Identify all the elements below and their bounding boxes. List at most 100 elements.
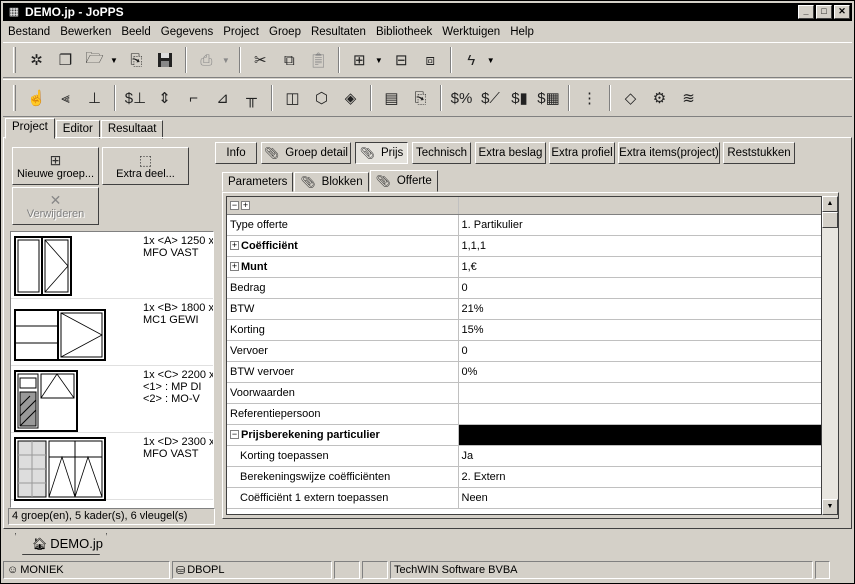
frames-icon[interactable]: ⧈ xyxy=(418,48,443,72)
table-row[interactable]: Berekeningswijze coëfficiënten 2. Extern xyxy=(227,466,821,488)
table-row[interactable]: BTW 21% xyxy=(227,298,821,320)
list-item[interactable]: 1x <D> 2300 x MFO VAST xyxy=(11,433,213,501)
save-icon[interactable] xyxy=(153,48,178,72)
table-row[interactable]: Coëfficiënt 1 extern toepassen Neen xyxy=(227,487,821,509)
app-icon[interactable]: ▦ xyxy=(7,5,21,19)
collapse-all-icon[interactable]: − xyxy=(230,200,239,210)
panel-icon[interactable]: ◈ xyxy=(338,86,363,110)
glass-icon[interactable]: ◫ xyxy=(280,86,305,110)
menu-project[interactable]: Project xyxy=(218,26,264,38)
menu-groep[interactable]: Groep xyxy=(264,26,306,38)
document-list-icon[interactable]: ▤ xyxy=(379,86,404,110)
extra-items-button[interactable]: Extra items(project) xyxy=(618,142,720,164)
sill-icon[interactable]: ⊿ xyxy=(210,86,235,110)
price-bar-chart-icon[interactable]: $▮ xyxy=(507,86,532,110)
cut-icon[interactable]: ✂ xyxy=(248,48,273,72)
extra-profile-button[interactable]: Extra profiel xyxy=(549,142,615,164)
open-dropdown-icon[interactable]: ▼ xyxy=(110,56,118,65)
property-grid[interactable]: − + Type offerte 1. Partikulier + Coëffici… xyxy=(226,196,822,515)
technical-button[interactable]: Technisch xyxy=(412,142,471,164)
menu-bewerken[interactable]: Bewerken xyxy=(55,26,116,38)
group-list[interactable]: 1x <A> 1250 x MFO VAST 1x <B> 1800 x MC1… xyxy=(10,231,214,508)
row-value[interactable] xyxy=(458,424,821,446)
scroll-thumb[interactable] xyxy=(822,212,838,228)
table-row[interactable]: Korting toepassen Ja xyxy=(227,445,821,467)
menu-bibliotheek[interactable]: Bibliotheek xyxy=(371,26,437,38)
erase-icon[interactable]: ◇ xyxy=(618,86,643,110)
select-dropdown-icon[interactable]: ▼ xyxy=(375,56,383,65)
extra-part-button[interactable]: ⬚ Extra deel... xyxy=(102,147,189,185)
table-row[interactable]: − Prijsberekening particulier xyxy=(227,424,821,446)
row-value[interactable]: Ja xyxy=(458,445,821,467)
paste-icon[interactable]: 📋︎ xyxy=(306,48,331,72)
list-item[interactable]: 1x <A> 1250 x MFO VAST xyxy=(11,232,213,299)
profile-stack-icon[interactable]: ⫷ xyxy=(53,86,78,110)
new-group-button[interactable]: ⊞ Nieuwe groep... xyxy=(12,147,99,185)
print-icon[interactable]: ⎙ xyxy=(194,48,219,72)
table-row[interactable]: + Coëfficiënt 1,1,1 xyxy=(227,235,821,257)
cube-icon[interactable]: ⬡ xyxy=(309,86,334,110)
dimension-icon[interactable]: ⇕ xyxy=(152,86,177,110)
frame-icon[interactable]: ⊟ xyxy=(389,48,414,72)
row-value[interactable]: 1,1,1 xyxy=(458,235,821,257)
info-button[interactable]: Info xyxy=(215,142,257,164)
row-value[interactable]: 0% xyxy=(458,361,821,383)
menu-resultaten[interactable]: Resultaten xyxy=(306,26,371,38)
list-item[interactable]: 1x <B> 1800 x MC1 GEWI xyxy=(11,299,213,366)
table-row[interactable]: Bedrag 0 xyxy=(227,277,821,299)
corner-icon[interactable]: ⌐ xyxy=(181,86,206,110)
grid-scrollbar[interactable]: ▲ ▼ xyxy=(822,196,838,515)
maximize-button[interactable]: □ xyxy=(816,5,832,19)
expand-icon[interactable]: + xyxy=(230,241,239,251)
menu-bestand[interactable]: Bestand xyxy=(3,26,55,38)
row-value[interactable]: 0 xyxy=(458,277,821,299)
price-line-chart-icon[interactable]: $⟋ xyxy=(478,86,503,110)
copy-icon[interactable]: ⧉ xyxy=(277,48,302,72)
tab-project[interactable]: Project xyxy=(5,118,55,139)
menu-beeld[interactable]: Beeld xyxy=(116,26,155,38)
spring-icon[interactable]: ≋ xyxy=(676,86,701,110)
toolbar-grip-2[interactable] xyxy=(13,85,16,111)
price-button[interactable]: 📎︎ Prijs xyxy=(355,142,408,164)
expand-all-icon[interactable]: + xyxy=(241,200,250,210)
new-icon[interactable]: ✲ xyxy=(24,48,49,72)
scroll-up-icon[interactable]: ▲ xyxy=(822,196,838,212)
row-value[interactable]: 21% xyxy=(458,298,821,320)
expand-icon[interactable]: + xyxy=(230,262,239,272)
price-profile-icon[interactable]: $⊥ xyxy=(123,86,148,110)
list-item[interactable]: 1x <C> 2200 x <1> : MP DI <2> : MO-V xyxy=(11,366,213,433)
table-row[interactable]: Referentiepersoon xyxy=(227,403,821,425)
print-dropdown-icon[interactable]: ▼ xyxy=(222,56,230,65)
row-value[interactable]: 2. Extern xyxy=(458,466,821,488)
group-detail-button[interactable]: 📎︎ Groep detail xyxy=(261,142,351,164)
tab-offerte[interactable]: 📎︎ Offerte xyxy=(369,170,438,192)
menu-werktuigen[interactable]: Werktuigen xyxy=(437,26,505,38)
row-value[interactable]: 1. Partikulier xyxy=(458,214,821,236)
tab-blokken[interactable]: 📎︎ Blokken xyxy=(294,172,369,192)
copy-document-icon[interactable]: ❐ xyxy=(53,48,78,72)
extra-fittings-button[interactable]: Extra beslag xyxy=(475,142,546,164)
menu-gegevens[interactable]: Gegevens xyxy=(156,26,218,38)
select-group-icon[interactable]: ⊞ xyxy=(347,48,372,72)
minimize-button[interactable]: _ xyxy=(798,5,814,19)
remove-button[interactable]: ✕ Verwijderen xyxy=(12,187,99,225)
row-value[interactable]: 1,€ xyxy=(458,256,821,278)
resize-grip[interactable] xyxy=(815,561,830,579)
align-icon[interactable]: ⋮ xyxy=(577,86,602,110)
gear-icon[interactable]: ⚙ xyxy=(647,86,672,110)
menu-help[interactable]: Help xyxy=(505,26,539,38)
tab-parameters[interactable]: Parameters xyxy=(222,172,294,192)
profile-t-icon[interactable]: ⊥ xyxy=(82,86,107,110)
toolbar-grip[interactable] xyxy=(13,47,16,73)
close-button[interactable]: ✕ xyxy=(834,5,850,19)
table-row[interactable]: Vervoer 0 xyxy=(227,340,821,362)
row-value[interactable]: 0 xyxy=(458,340,821,362)
row-value[interactable]: 15% xyxy=(458,319,821,341)
rest-pieces-button[interactable]: Reststukken xyxy=(723,142,795,164)
row-value[interactable]: Neen xyxy=(458,487,821,509)
hand-profile-icon[interactable]: ☝ xyxy=(24,86,49,110)
table-row[interactable]: + Munt 1,€ xyxy=(227,256,821,278)
table-row[interactable]: Korting 15% xyxy=(227,319,821,341)
scroll-down-icon[interactable]: ▼ xyxy=(822,499,838,515)
open-folder-icon[interactable]: 🗁 xyxy=(82,48,107,72)
